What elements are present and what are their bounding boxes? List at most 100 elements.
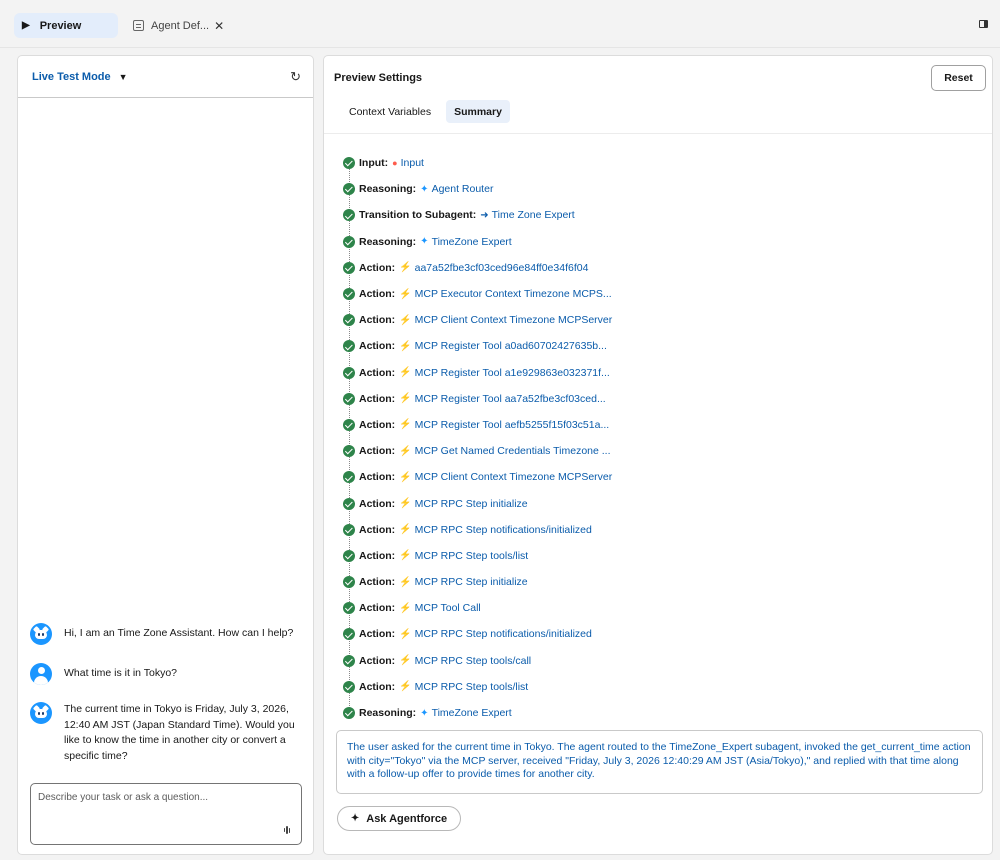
step-link[interactable]: MCP RPC Step notifications/initialized [415, 628, 592, 640]
lightning-icon: ⚡ [399, 445, 412, 457]
user-avatar [30, 663, 52, 685]
step-link[interactable]: Agent Router [432, 183, 494, 195]
step-link[interactable]: MCP Client Context Timezone MCPServer [415, 471, 613, 483]
timeline-step: Action: ⚡ MCP Register Tool a1e929863e0323… [343, 360, 983, 386]
check-circle-icon [343, 497, 355, 510]
step-link[interactable]: TimeZone Expert [432, 236, 512, 248]
ask-agentforce-button[interactable]: ✦ Ask Agentforce [337, 806, 461, 831]
ask-label: Ask Agentforce [366, 812, 448, 825]
timeline-step: Action: ⚡ MCP Register Tool aefb5255f15f03… [343, 412, 983, 438]
step-link[interactable]: MCP Client Context Timezone MCPServer [415, 314, 613, 326]
step-link[interactable]: MCP Register Tool a0ad60702427635b... [415, 340, 607, 352]
step-link[interactable]: Time Zone Expert [492, 209, 575, 221]
step-label: Input: [359, 157, 389, 170]
timeline-step: Reasoning: ✦ Agent Router [343, 176, 983, 202]
step-link[interactable]: TimeZone Expert [432, 707, 512, 719]
refresh-icon[interactable]: ↻ [290, 69, 301, 85]
reset-button[interactable]: Reset [931, 65, 986, 91]
message-text: Hi, I am an Time Zone Assistant. How can… [64, 627, 294, 639]
timeline-step: Action: ⚡ MCP Get Named Credentials Timezo… [343, 438, 983, 464]
step-label: Action: [359, 340, 396, 353]
step-label: Transition to Subagent: [359, 209, 477, 222]
check-circle-icon [343, 314, 355, 327]
tab-preview[interactable]: ▶ Preview [14, 13, 118, 38]
check-circle-icon [343, 654, 355, 667]
timeline-step: Action: ⚡ MCP Register Tool a0ad6070242763… [343, 333, 983, 359]
tab-agent-definition[interactable]: Agent Def... ✕ [131, 13, 224, 38]
step-label: Action: [359, 392, 396, 405]
step-link[interactable]: MCP Executor Context Timezone MCPS... [415, 288, 612, 300]
step-link[interactable]: aa7a52fbe3cf03ced96e84ff0e34f6f04 [415, 262, 589, 274]
step-link[interactable]: MCP RPC Step notifications/initialized [415, 524, 592, 536]
mode-selector[interactable]: Live Test Mode [32, 71, 111, 83]
step-link[interactable]: MCP RPC Step tools/call [415, 655, 532, 667]
step-link[interactable]: MCP Register Tool aefb5255f15f03c51a... [415, 419, 610, 431]
caret-down-icon[interactable]: ▼ [119, 72, 128, 82]
tab-label: Preview [39, 19, 82, 32]
step-link[interactable]: MCP RPC Step tools/list [415, 550, 529, 562]
step-link[interactable]: MCP Get Named Credentials Timezone ... [415, 445, 611, 457]
lightning-icon: ⚡ [399, 576, 412, 588]
message-input[interactable] [38, 792, 294, 822]
chat-message-agent: Hi, I am an Time Zone Assistant. How can… [30, 623, 305, 645]
step-label: Action: [359, 523, 396, 536]
timeline-step: Action: ⚡ MCP Client Context Timezone MCPS… [343, 464, 983, 490]
step-link[interactable]: MCP Register Tool aa7a52fbe3cf03ced... [415, 393, 606, 405]
step-link[interactable]: MCP Tool Call [415, 602, 481, 614]
summary-text: The user asked for the current time in T… [336, 730, 983, 794]
timeline-step: Reasoning: ✦ TimeZone Expert [343, 229, 983, 255]
tab-summary[interactable]: Summary [446, 100, 510, 123]
timeline-step: Transition to Subagent: ➜ Time Zone Expert [343, 202, 983, 228]
step-label: Reasoning: [359, 235, 417, 248]
check-circle-icon [343, 340, 355, 353]
panel-toggle-icon[interactable] [979, 20, 988, 28]
voice-icon[interactable] [283, 826, 290, 834]
panel-title: Preview Settings [334, 72, 423, 84]
step-link[interactable]: Input [401, 157, 424, 169]
check-circle-icon [343, 471, 355, 484]
check-circle-icon [343, 680, 355, 693]
timeline-step: Action: ⚡ MCP RPC Step initialize [343, 490, 983, 516]
step-link[interactable]: MCP RPC Step initialize [415, 498, 528, 510]
bot-icon [35, 629, 47, 639]
lightning-icon: ⚡ [399, 524, 412, 536]
preview-settings-panel: Preview Settings Reset Context Variables… [323, 55, 993, 855]
step-label: Reasoning: [359, 707, 417, 720]
lightning-icon: ⚡ [399, 288, 412, 300]
play-icon: ▶ [22, 20, 30, 31]
lightning-icon: ⚡ [399, 367, 412, 379]
close-icon[interactable]: ✕ [214, 19, 224, 33]
timeline-step: Action: ⚡ MCP RPC Step initialize [343, 569, 983, 595]
check-circle-icon [343, 418, 355, 431]
check-circle-icon [343, 707, 355, 720]
chat-message-agent: The current time in Tokyo is Friday, Jul… [30, 702, 305, 764]
check-circle-icon [343, 392, 355, 405]
divider [324, 133, 992, 134]
step-label: Reasoning: [359, 183, 417, 196]
timeline-step: Action: ⚡ MCP RPC Step notifications/initi… [343, 621, 983, 647]
step-link[interactable]: MCP RPC Step initialize [415, 576, 528, 588]
timeline-step: Action: ⚡ MCP RPC Step tools/list [343, 674, 983, 700]
sparkle-icon: ✦ [420, 707, 429, 719]
lightning-icon: ⚡ [399, 550, 412, 562]
check-circle-icon [343, 576, 355, 589]
check-circle-icon [343, 602, 355, 615]
check-circle-icon [343, 288, 355, 301]
timeline-step: Action: ⚡ aa7a52fbe3cf03ced96e84ff0e34f6f0… [343, 255, 983, 281]
check-circle-icon [343, 628, 355, 641]
agent-avatar [30, 623, 52, 645]
timeline-step: Action: ⚡ MCP RPC Step tools/list [343, 543, 983, 569]
lightning-icon: ⚡ [399, 655, 412, 667]
timeline-step: Action: ⚡ MCP RPC Step tools/call [343, 648, 983, 674]
check-circle-icon [343, 183, 355, 196]
tab-context-variables[interactable]: Context Variables [339, 100, 441, 123]
step-link[interactable]: MCP Register Tool a1e929863e032371f... [415, 367, 610, 379]
step-link[interactable]: MCP RPC Step tools/list [415, 681, 529, 693]
chat-header: Live Test Mode ▼ ↻ [18, 56, 313, 98]
chat-message-user: What time is it in Tokyo? [30, 663, 305, 685]
document-icon [133, 20, 144, 31]
sparkle-icon: ✦ [420, 236, 429, 248]
lightning-icon: ⚡ [399, 262, 412, 274]
lightning-icon: ⚡ [399, 419, 412, 431]
lightning-icon: ⚡ [399, 498, 412, 510]
